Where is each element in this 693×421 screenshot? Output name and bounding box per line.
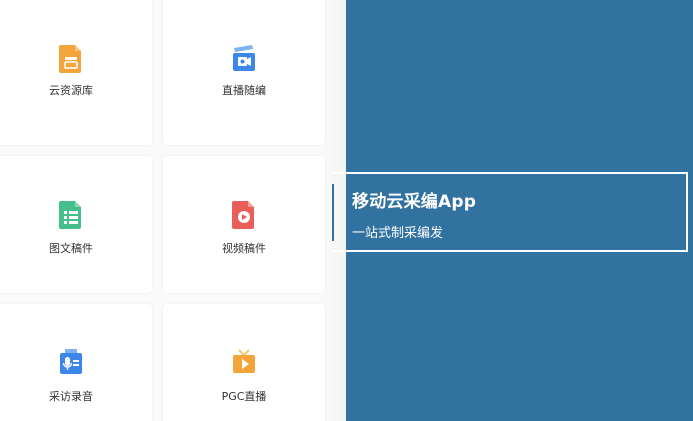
app-label: 图文稿件 <box>49 242 93 255</box>
brand-box: 移动云采编App 一站式制采编发 <box>333 172 688 252</box>
list-document-icon <box>58 199 84 229</box>
app-tile-interview-audio[interactable]: 采访录音 <box>0 304 152 421</box>
tv-play-icon <box>231 346 257 376</box>
microphone-doc-icon <box>58 346 84 376</box>
brand-subtitle: 一站式制采编发 <box>352 226 444 241</box>
app-tile-article[interactable]: 图文稿件 <box>0 156 152 293</box>
camera-clapper-icon <box>231 43 257 73</box>
brand-title: 移动云采编App <box>352 192 477 212</box>
app-label: 云资源库 <box>49 84 93 97</box>
app-tile-pgc-live[interactable]: PGC直播 <box>163 304 325 421</box>
app-label: 采访录音 <box>49 390 93 403</box>
app-grid: 云资源库 直播随编 图文稿件 视频稿件 采访录音 PGC直播 <box>0 0 346 421</box>
app-label: 视频稿件 <box>222 242 266 255</box>
app-label: 直播随编 <box>222 84 266 97</box>
app-tile-cloud-library[interactable]: 云资源库 <box>0 0 152 145</box>
video-document-icon <box>231 199 257 229</box>
app-tile-live-edit[interactable]: 直播随编 <box>163 0 325 145</box>
app-tile-video[interactable]: 视频稿件 <box>163 156 325 293</box>
document-stack-icon <box>58 43 84 73</box>
brand-accent-bar <box>332 184 334 241</box>
app-label: PGC直播 <box>221 390 267 403</box>
